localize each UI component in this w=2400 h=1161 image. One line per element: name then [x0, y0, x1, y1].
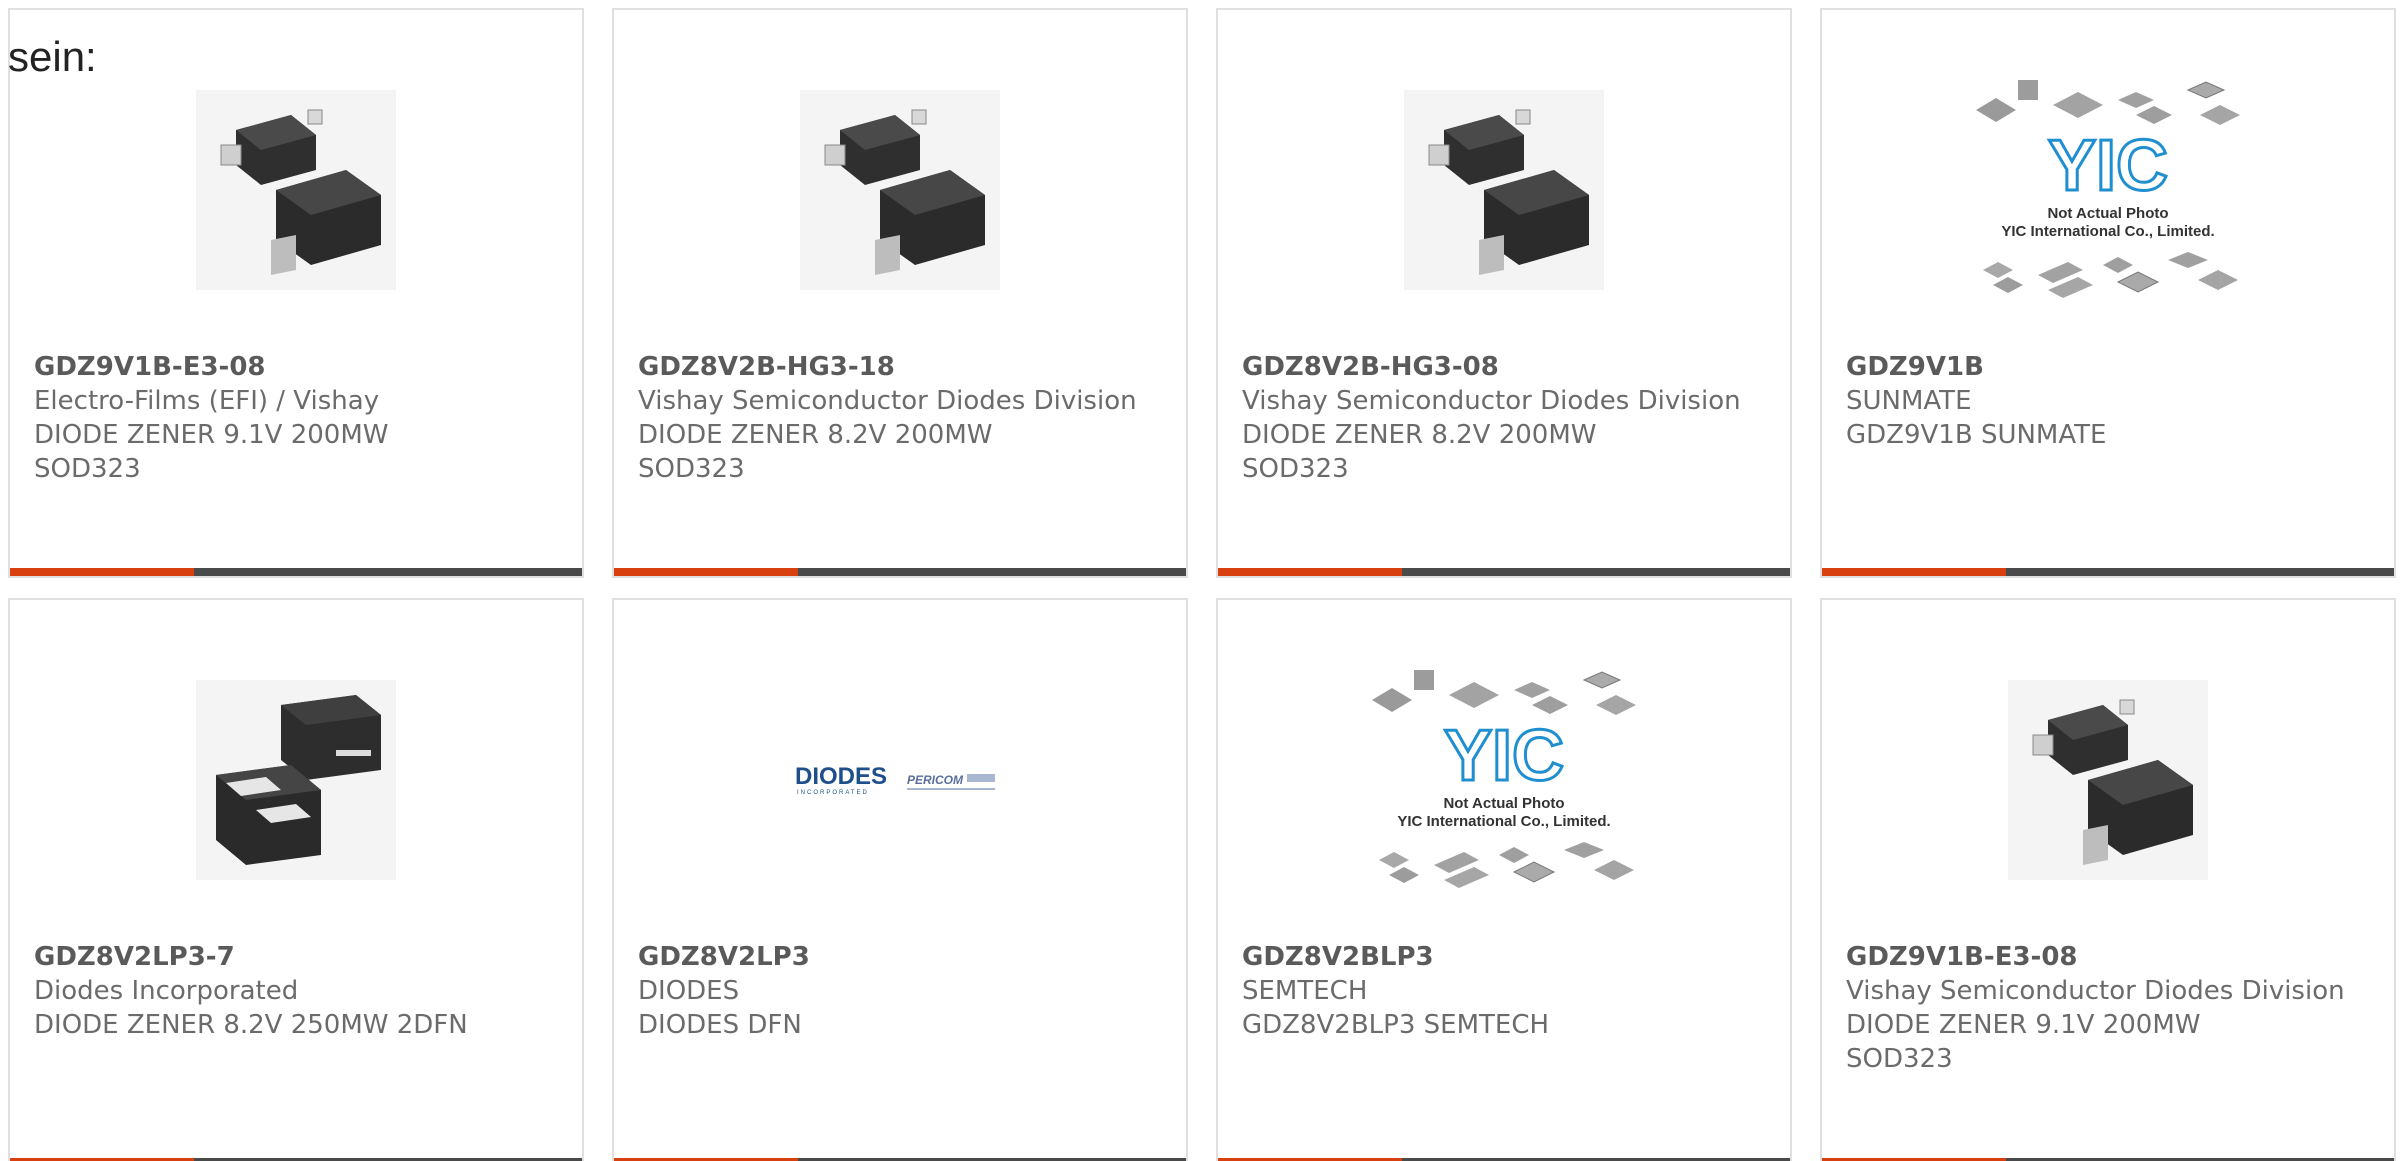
manufacturer: DIODES: [638, 976, 740, 1006]
product-info: GDZ8V2LP3-7 Diodes Incorporated DIODE ZE…: [34, 940, 558, 1042]
svg-text:INCORPORATED: INCORPORATED: [797, 790, 869, 796]
product-info: GDZ8V2B-HG3-08 Vishay Semiconductor Diod…: [1242, 350, 1766, 486]
product-description-line: DIODE ZENER 8.2V 200MW: [1242, 420, 1597, 450]
part-number-link[interactable]: GDZ8V2B-HG3-18: [638, 350, 1162, 384]
product-info: GDZ9V1B-E3-08 Electro-Films (EFI) / Vish…: [34, 350, 558, 486]
product-grid-page: sein: GDZ9V1B-E3-08 Electro-Films (EFI) …: [0, 0, 2400, 1161]
pericom-brand-text: PERICOM: [907, 773, 964, 787]
product-image[interactable]: [10, 660, 582, 900]
part-number-link[interactable]: GDZ8V2B-HG3-08: [1242, 350, 1766, 384]
product-info: GDZ8V2B-HG3-18 Vishay Semiconductor Diod…: [638, 350, 1162, 486]
product-description-line: DIODE ZENER 9.1V 200MW: [34, 420, 389, 450]
part-number-link[interactable]: GDZ9V1B-E3-08: [1846, 940, 2370, 974]
product-description-line: DIODE ZENER 8.2V 200MW: [638, 420, 993, 450]
card-accent-bar: [1218, 568, 1402, 576]
card-bottom-bar: [1822, 568, 2394, 576]
product-card[interactable]: GDZ8V2LP3-7 Diodes Incorporated DIODE ZE…: [8, 598, 584, 1161]
card-bottom-bar: [1218, 568, 1790, 576]
part-number-link[interactable]: GDZ8V2BLP3: [1242, 940, 1766, 974]
product-description-line: SOD323: [34, 454, 141, 484]
product-info: GDZ9V1B-E3-08 Vishay Semiconductor Diode…: [1846, 940, 2370, 1076]
product-card[interactable]: DIODES INCORPORATED PERICOM GDZ8V2LP3 DI…: [612, 598, 1188, 1161]
manufacturer: Electro-Films (EFI) / Vishay: [34, 386, 380, 416]
product-image[interactable]: YIC Not Actual Photo YIC International C…: [1218, 660, 1790, 900]
svg-text:YIC International Co., Limited: YIC International Co., Limited.: [2001, 223, 2214, 240]
product-info: GDZ8V2LP3 DIODES DIODES DFN: [638, 940, 1162, 1042]
product-description-line: DIODE ZENER 9.1V 200MW: [1846, 1010, 2201, 1040]
product-image[interactable]: YIC Not Actual Photo YIC International C…: [1822, 70, 2394, 310]
card-accent-bar: [614, 568, 798, 576]
product-info: GDZ8V2BLP3 SEMTECH GDZ8V2BLP3 SEMTECH: [1242, 940, 1766, 1042]
product-image[interactable]: [1822, 660, 2394, 900]
part-number-link[interactable]: GDZ9V1B-E3-08: [34, 350, 558, 384]
product-description-line: GDZ9V1B SUNMATE: [1846, 420, 2107, 450]
manufacturer: Vishay Semiconductor Diodes Division: [1242, 386, 1741, 416]
part-number-link[interactable]: GDZ8V2LP3-7: [34, 940, 558, 974]
product-image[interactable]: [1218, 70, 1790, 310]
yic-logo-text: YIC: [2048, 126, 2168, 206]
yic-logo-text: YIC: [1444, 716, 1564, 796]
svg-text:Not Actual Photo: Not Actual Photo: [1443, 795, 1564, 812]
product-info: GDZ9V1B SUNMATE GDZ9V1B SUNMATE: [1846, 350, 2370, 452]
intro-text: sein:: [8, 33, 97, 80]
product-description-line: GDZ8V2BLP3 SEMTECH: [1242, 1010, 1550, 1040]
svg-text:YIC International Co., Limited: YIC International Co., Limited.: [1397, 813, 1610, 830]
product-card[interactable]: YIC Not Actual Photo YIC International C…: [1820, 8, 2396, 578]
svg-text:Not Actual Photo: Not Actual Photo: [2047, 205, 2168, 222]
manufacturer: SEMTECH: [1242, 976, 1368, 1006]
card-bottom-bar: [614, 568, 1186, 576]
product-image[interactable]: [614, 70, 1186, 310]
product-description-line: SOD323: [1242, 454, 1349, 484]
product-card[interactable]: GDZ8V2B-HG3-08 Vishay Semiconductor Diod…: [1216, 8, 1792, 578]
product-description-line: DIODE ZENER 8.2V 250MW 2DFN: [34, 1010, 468, 1040]
product-card[interactable]: GDZ9V1B-E3-08 Electro-Films (EFI) / Vish…: [8, 8, 584, 578]
manufacturer: Vishay Semiconductor Diodes Division: [1846, 976, 2345, 1006]
product-description-line: SOD323: [1846, 1044, 1953, 1074]
product-description-line: DIODES DFN: [638, 1010, 802, 1040]
card-accent-bar: [1822, 568, 2006, 576]
card-bottom-bar: [10, 568, 582, 576]
product-card[interactable]: GDZ9V1B-E3-08 Vishay Semiconductor Diode…: [1820, 598, 2396, 1161]
diodes-brand-text: DIODES: [795, 763, 887, 790]
product-description-line: SOD323: [638, 454, 745, 484]
manufacturer: Diodes Incorporated: [34, 976, 299, 1006]
part-number-link[interactable]: GDZ9V1B: [1846, 350, 2370, 384]
manufacturer: SUNMATE: [1846, 386, 1972, 416]
manufacturer: Vishay Semiconductor Diodes Division: [638, 386, 1137, 416]
card-accent-bar: [10, 568, 194, 576]
product-image[interactable]: DIODES INCORPORATED PERICOM: [614, 660, 1186, 900]
part-number-link[interactable]: GDZ8V2LP3: [638, 940, 1162, 974]
product-card[interactable]: GDZ8V2B-HG3-18 Vishay Semiconductor Diod…: [612, 8, 1188, 578]
product-card[interactable]: YIC Not Actual Photo YIC International C…: [1216, 598, 1792, 1161]
product-image[interactable]: [10, 70, 582, 310]
